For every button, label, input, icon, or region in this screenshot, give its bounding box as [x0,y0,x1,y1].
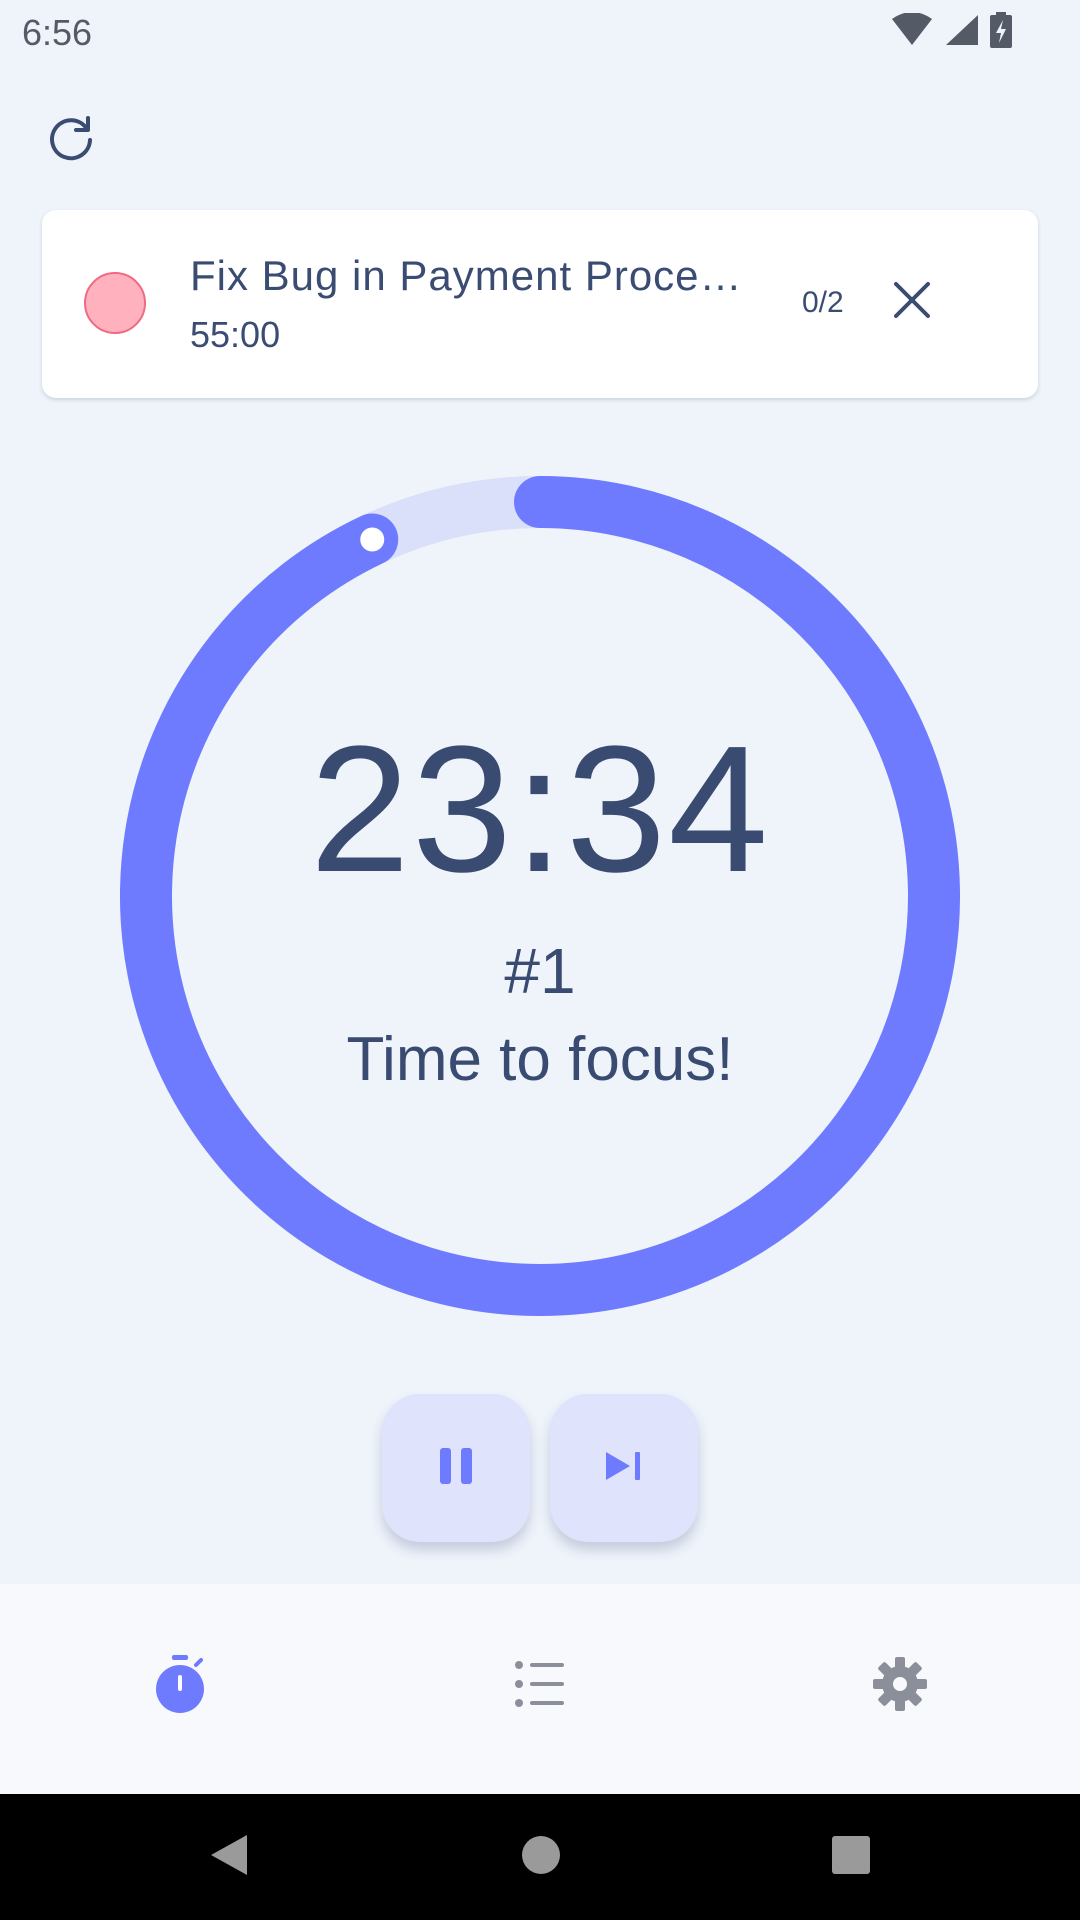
remove-task-button[interactable] [880,270,944,334]
pause-button[interactable] [382,1394,530,1542]
status-bar: 6:56 [0,0,1080,66]
system-home-button[interactable] [508,1824,574,1890]
system-back-button[interactable] [196,1824,262,1890]
refresh-icon [47,113,97,168]
status-icons [890,12,1012,48]
refresh-button[interactable] [40,108,104,172]
system-navigation-bar [0,1794,1080,1920]
battery-charging-icon [990,12,1012,48]
task-color-dot [84,272,146,334]
timer-round-number: #1 [504,935,576,1007]
pause-icon [436,1444,476,1493]
recents-icon [831,1835,871,1880]
home-icon [521,1835,561,1880]
system-recents-button[interactable] [818,1824,884,1890]
task-title: Fix Bug in Payment Proces… [190,252,750,299]
gear-icon [872,1656,928,1717]
task-duration: 55:00 [190,314,281,355]
status-time: 6:56 [22,12,93,53]
task-pomodoro-count: 0/2 [802,286,844,319]
timer-countdown: 23:34 [309,709,771,910]
timer-ring: 23:34 #1 Time to focus! [120,476,960,1316]
cellular-signal-icon [944,13,980,47]
nav-settings[interactable] [860,1646,940,1726]
skip-button[interactable] [550,1394,698,1542]
nav-tasks[interactable] [500,1646,580,1726]
timer-progress-knob [360,527,385,552]
timer-status-label: Time to focus! [346,1025,734,1094]
back-icon [207,1831,251,1884]
wifi-icon [890,13,934,47]
current-task-card[interactable]: Fix Bug in Payment Proces… 55:00 0/2 [42,210,1038,398]
close-icon [892,280,932,325]
nav-timer[interactable] [140,1646,220,1726]
stopwatch-icon [152,1653,208,1720]
bottom-navigation [0,1584,1080,1794]
skip-next-icon [602,1446,646,1491]
list-icon [514,1660,566,1713]
